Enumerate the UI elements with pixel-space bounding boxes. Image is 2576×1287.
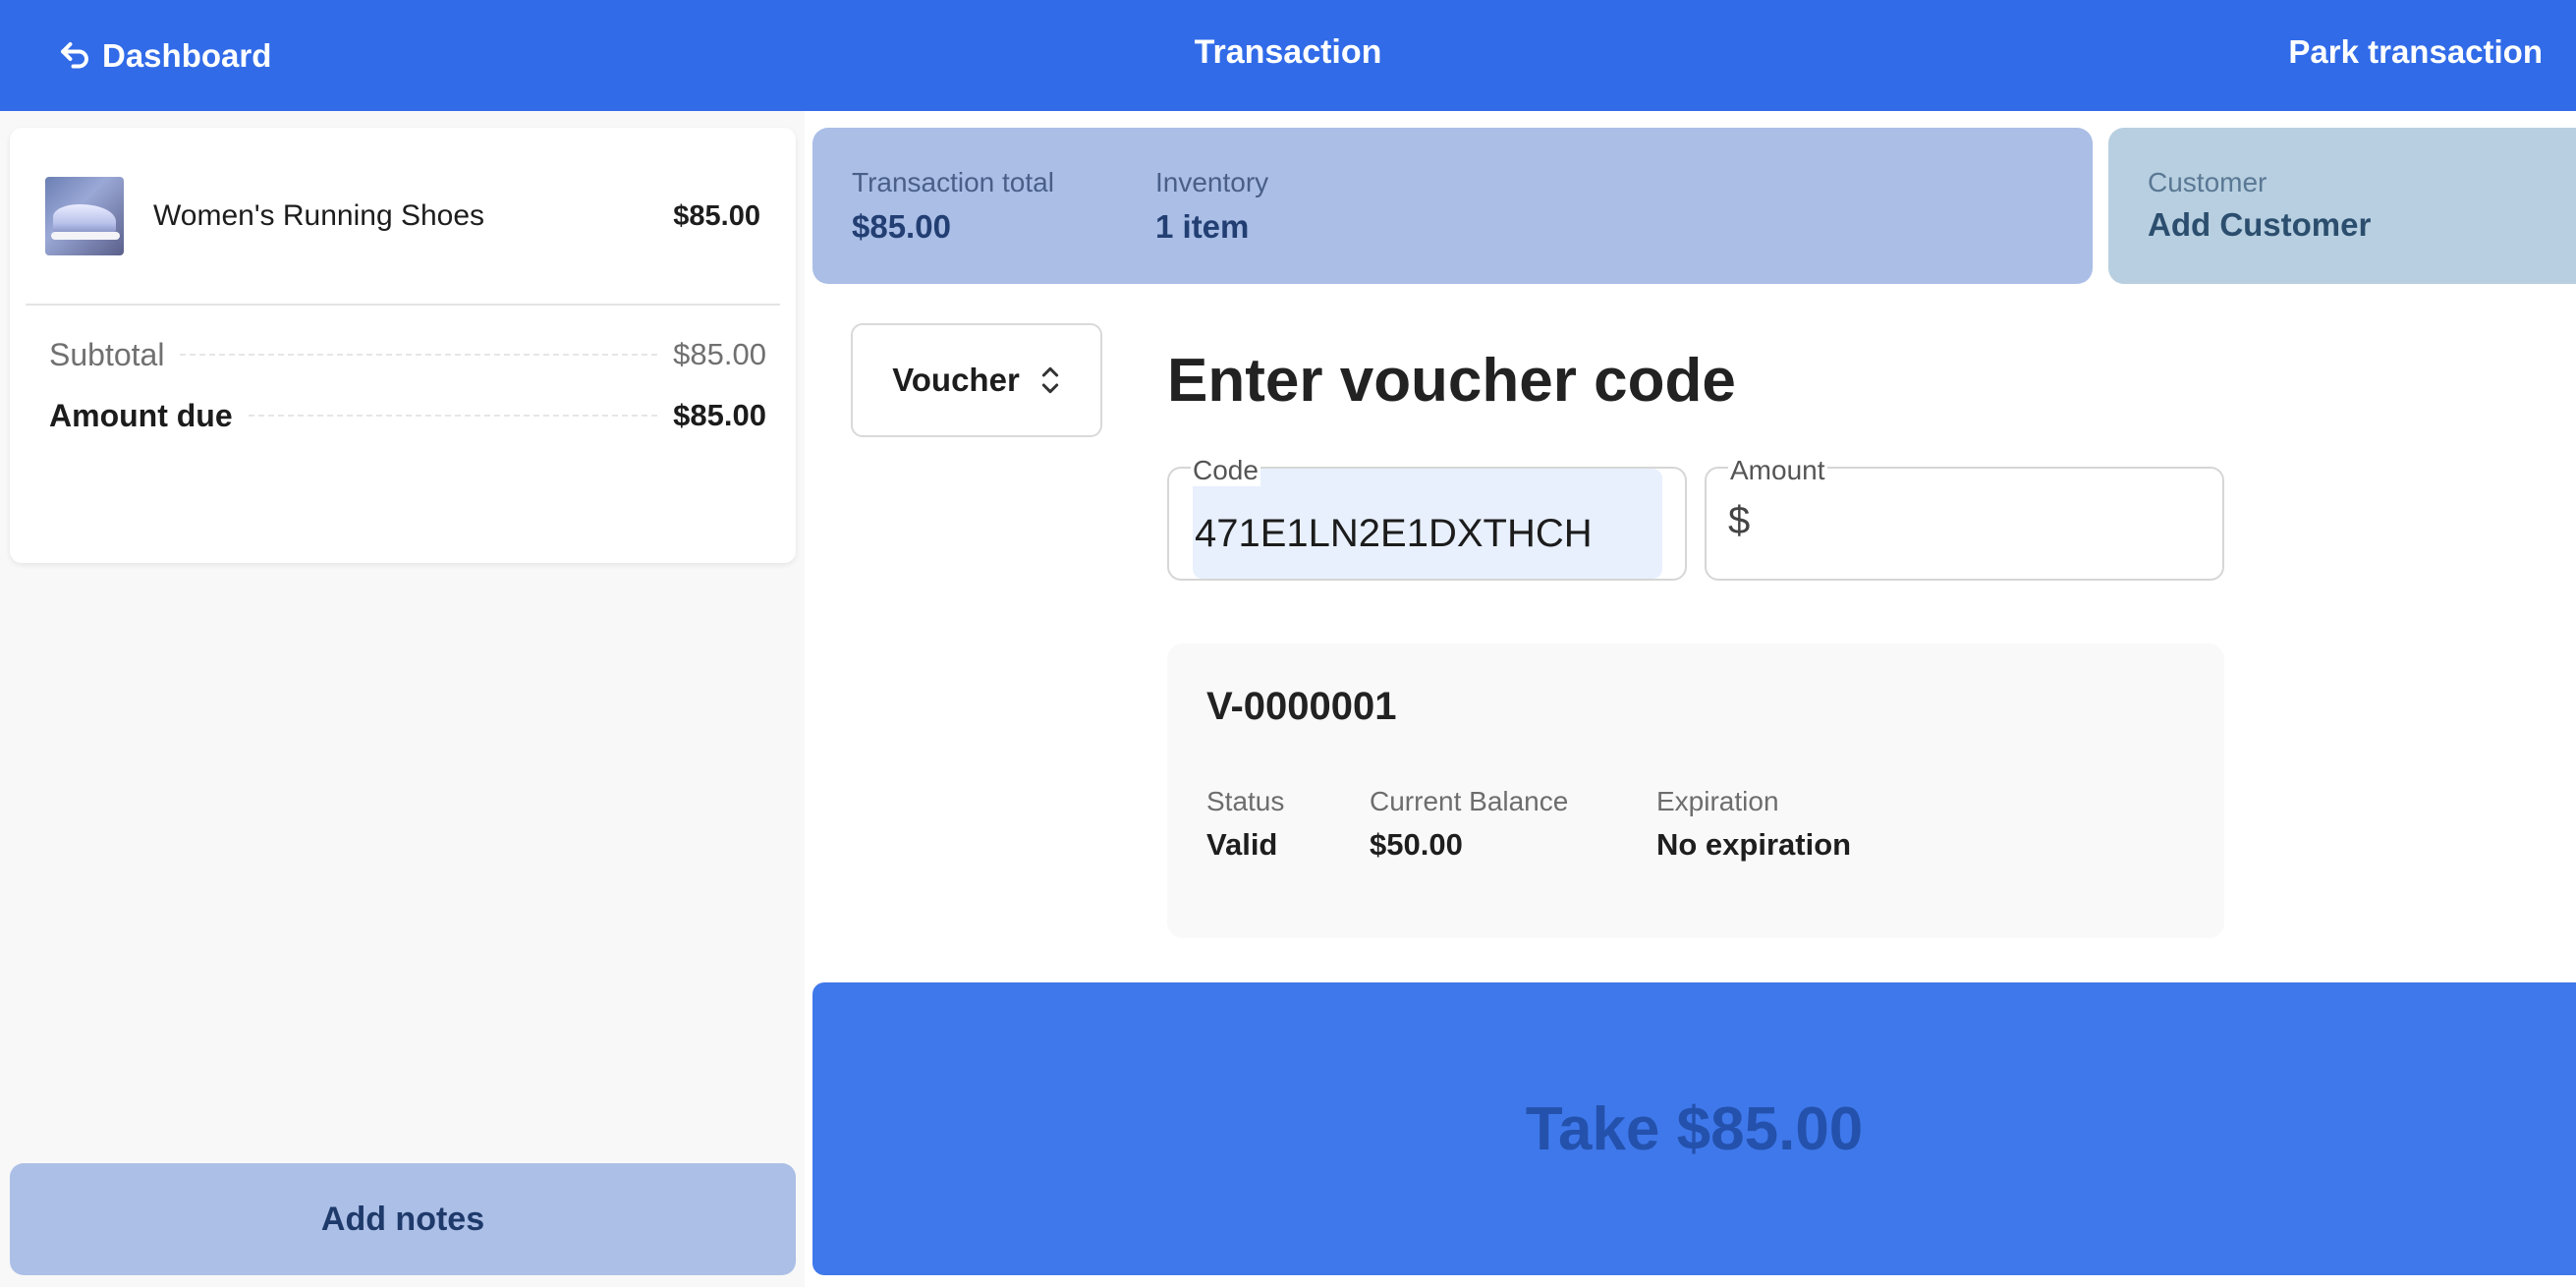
page-title: Transaction (1194, 33, 1382, 71)
chevron-up-down-icon (1041, 366, 1058, 394)
park-transaction-button[interactable]: Park transaction (2288, 33, 2543, 71)
transaction-total-label: Transaction total (852, 167, 1054, 197)
dotted-leader (248, 415, 658, 417)
shoe-sole-shape (51, 232, 120, 240)
amount-due-row: Amount due $85.00 (49, 394, 766, 437)
cart-divider (26, 304, 780, 306)
amount-input[interactable] (1762, 496, 2195, 545)
subtotal-row: Subtotal $85.00 (49, 333, 766, 376)
voucher-expiration-value: No expiration (1656, 827, 1852, 862)
inventory-stat: Inventory 1 item (1155, 167, 1268, 246)
payment-method-value: Voucher (892, 362, 1020, 398)
cart-item-name: Women's Running Shoes (153, 199, 485, 232)
inventory-label: Inventory (1155, 167, 1269, 197)
inventory-value: 1 item (1155, 208, 1250, 245)
amount-input-wrap: $ (1728, 496, 2195, 545)
take-payment-button[interactable]: Take $85.00 (812, 982, 2576, 1275)
amount-field-label: Amount (1728, 455, 1827, 486)
top-bar: Dashboard Transaction Park transaction (0, 0, 2576, 111)
voucher-id: V-0000001 (1206, 685, 1397, 728)
undo-arrow-icon (61, 42, 88, 69)
voucher-status: Status Valid (1206, 786, 1284, 863)
amount-due-value: $85.00 (673, 398, 766, 432)
voucher-status-value: Valid (1206, 827, 1278, 862)
payment-method-select[interactable]: Voucher (851, 323, 1102, 437)
voucher-expiration: Expiration No expiration (1656, 786, 1851, 863)
voucher-details-card: V-0000001 Status Valid Current Balance $… (1167, 644, 2224, 938)
add-customer-card[interactable]: Customer Add Customer (2108, 128, 2576, 284)
amount-due-label: Amount due (49, 397, 233, 433)
transaction-summary-card: Transaction total $85.00 Inventory 1 ite… (812, 128, 2093, 284)
voucher-code-input[interactable] (1193, 469, 1662, 579)
dashboard-back-button[interactable]: Dashboard (57, 33, 271, 79)
voucher-code-field: Code (1167, 455, 1687, 581)
subtotal-value: $85.00 (673, 337, 766, 371)
voucher-balance-label: Current Balance (1370, 786, 1569, 816)
take-payment-label: Take $85.00 (1525, 1094, 1864, 1163)
running-shoe-photo (45, 177, 124, 255)
voucher-heading: Enter voucher code (1167, 347, 1736, 415)
subtotal-label: Subtotal (49, 336, 165, 372)
cart-line-item[interactable]: Women's Running Shoes $85.00 (45, 177, 760, 255)
voucher-expiration-label: Expiration (1656, 786, 1779, 816)
voucher-balance: Current Balance $50.00 (1370, 786, 1568, 863)
add-notes-button[interactable]: Add notes (10, 1163, 796, 1275)
transaction-total-stat: Transaction total $85.00 (852, 167, 1054, 246)
customer-label: Customer (2148, 167, 2268, 197)
currency-symbol: $ (1728, 498, 1751, 542)
dashboard-back-label: Dashboard (102, 37, 272, 74)
cart-card: Women's Running Shoes $85.00 Subtotal $8… (10, 128, 796, 563)
voucher-status-label: Status (1206, 786, 1285, 816)
transaction-total-value: $85.00 (852, 208, 951, 245)
add-customer-link[interactable]: Add Customer (2148, 206, 2371, 244)
code-field-label: Code (1191, 455, 1260, 486)
voucher-balance-value: $50.00 (1370, 827, 1463, 862)
amount-field: Amount $ (1705, 455, 2224, 581)
cart-item-price: $85.00 (673, 199, 760, 232)
dotted-leader (180, 354, 658, 356)
cart-sidebar: Women's Running Shoes $85.00 Subtotal $8… (0, 111, 805, 1287)
